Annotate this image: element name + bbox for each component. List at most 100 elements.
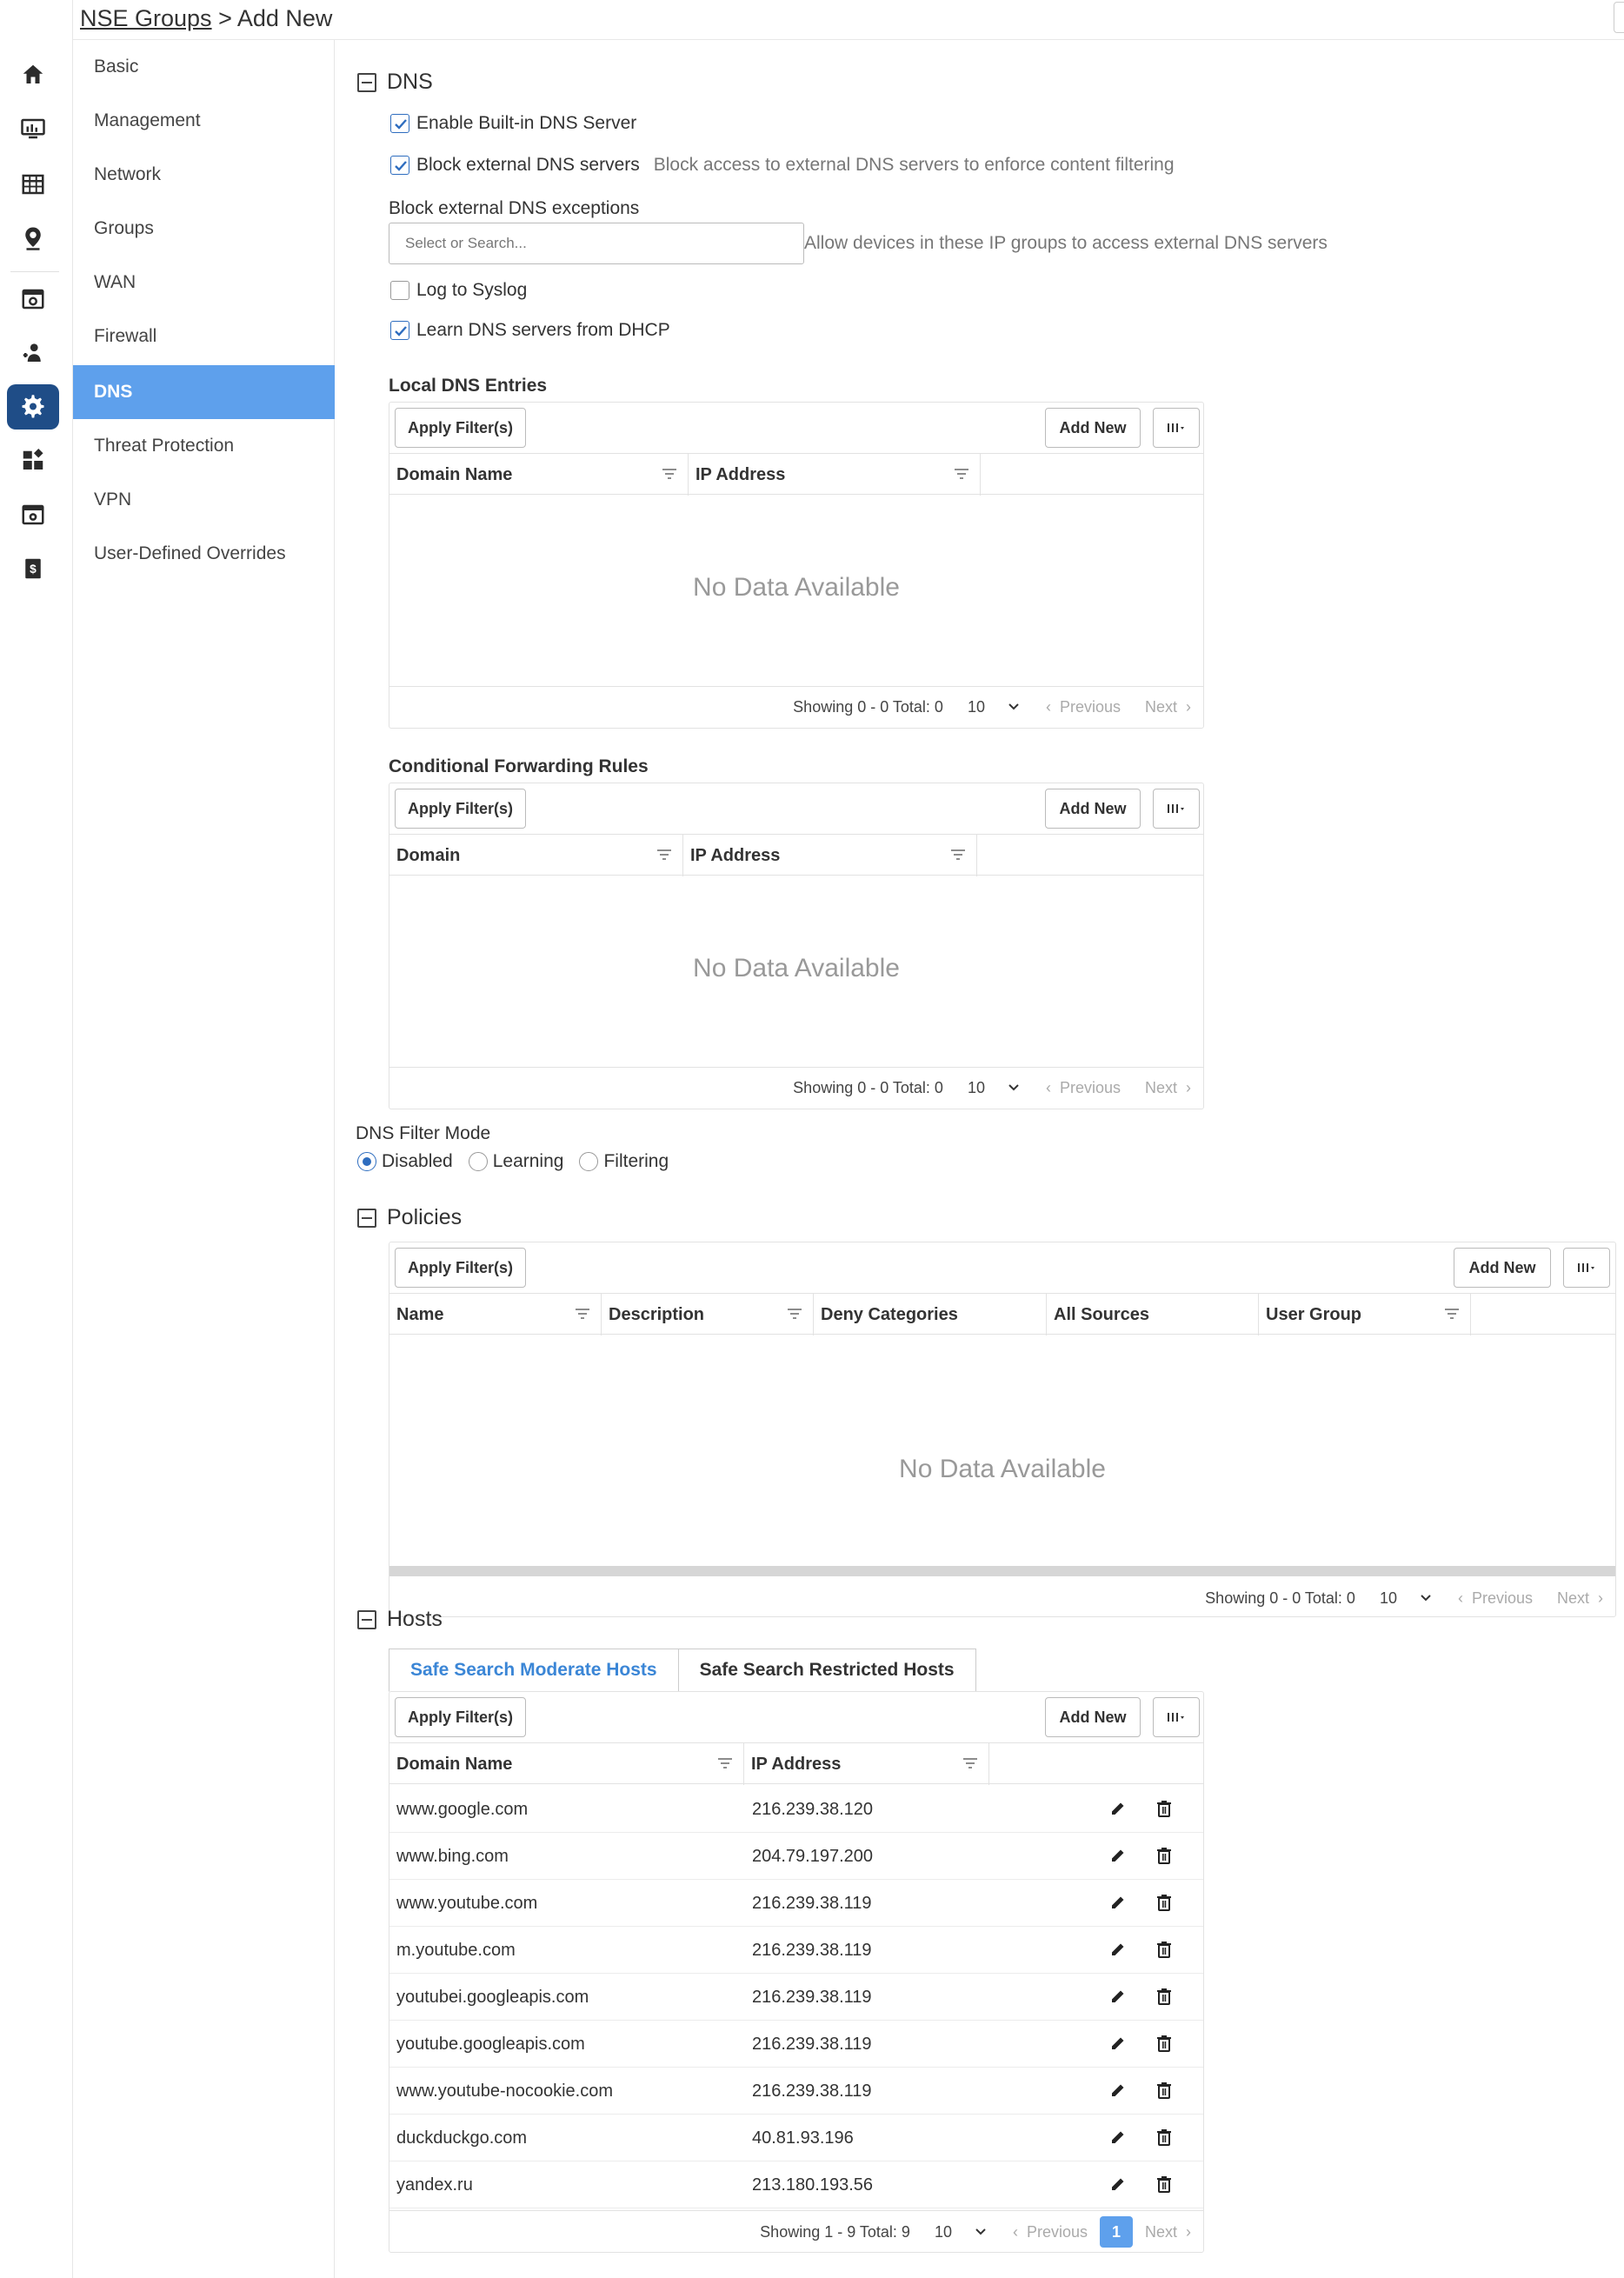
delete-icon[interactable] bbox=[1156, 1847, 1172, 1869]
next-page-button[interactable]: Next › bbox=[1145, 2223, 1191, 2241]
subnav-item-groups[interactable]: Groups bbox=[73, 202, 335, 256]
column-header[interactable]: IP Address bbox=[689, 454, 981, 496]
filter-mode-option-learning[interactable]: Learning bbox=[468, 1151, 563, 1172]
delete-icon[interactable] bbox=[1156, 1941, 1172, 1963]
column-chooser-icon[interactable] bbox=[1153, 408, 1200, 448]
collapse-icon[interactable] bbox=[357, 1609, 376, 1629]
column-header[interactable]: Domain Name bbox=[389, 1743, 744, 1785]
previous-page-button[interactable]: ‹ Previous bbox=[1458, 1589, 1533, 1608]
filter-icon[interactable] bbox=[662, 468, 677, 480]
current-page-button[interactable]: 1 bbox=[1099, 2216, 1133, 2248]
filter-icon[interactable] bbox=[954, 468, 969, 480]
filter-mode-option-filtering[interactable]: Filtering bbox=[579, 1151, 669, 1172]
subnav-item-basic[interactable]: Basic bbox=[73, 40, 335, 94]
dns-exceptions-select[interactable]: Select or Search... bbox=[389, 223, 804, 264]
header-action-button[interactable] bbox=[1614, 2, 1624, 33]
apply-filters-button[interactable]: Apply Filter(s) bbox=[395, 1697, 527, 1737]
gear-icon[interactable] bbox=[7, 384, 59, 430]
apply-filters-button[interactable]: Apply Filter(s) bbox=[395, 789, 527, 829]
user-plus-icon[interactable] bbox=[7, 330, 59, 376]
collapse-icon[interactable] bbox=[357, 72, 376, 92]
subnav-item-vpn[interactable]: VPN bbox=[73, 473, 335, 527]
page-size-select[interactable]: 10 bbox=[935, 2223, 987, 2241]
subnav-item-threat-protection[interactable]: Threat Protection bbox=[73, 419, 335, 473]
delete-icon[interactable] bbox=[1156, 1988, 1172, 2010]
browser-window-icon[interactable] bbox=[7, 276, 59, 322]
subnav-item-management[interactable]: Management bbox=[73, 94, 335, 148]
filter-icon[interactable] bbox=[950, 849, 966, 861]
subnav-item-network[interactable]: Network bbox=[73, 148, 335, 202]
column-header[interactable]: All Sources bbox=[1047, 1294, 1259, 1335]
page-size-select[interactable]: 10 bbox=[968, 1079, 1020, 1097]
tab-safe-search-moderate[interactable]: Safe Search Moderate Hosts bbox=[389, 1649, 679, 1692]
column-header[interactable]: User Group bbox=[1259, 1294, 1471, 1335]
add-new-button[interactable]: Add New bbox=[1045, 408, 1141, 448]
next-page-button[interactable]: Next › bbox=[1145, 1079, 1191, 1097]
edit-icon[interactable] bbox=[1109, 1988, 1127, 2010]
edit-icon[interactable] bbox=[1109, 2035, 1127, 2057]
edit-icon[interactable] bbox=[1109, 2082, 1127, 2104]
radio-selected[interactable] bbox=[357, 1152, 376, 1171]
previous-page-button[interactable]: ‹ Previous bbox=[1013, 2223, 1088, 2241]
filter-icon[interactable] bbox=[717, 1757, 733, 1769]
delete-icon[interactable] bbox=[1156, 2082, 1172, 2104]
home-icon[interactable] bbox=[7, 52, 59, 97]
column-header[interactable]: Deny Categories bbox=[814, 1294, 1047, 1335]
previous-page-button[interactable]: ‹ Previous bbox=[1046, 698, 1121, 716]
hosts-section-header[interactable]: Hosts bbox=[357, 1607, 443, 1632]
horizontal-scrollbar[interactable] bbox=[389, 1566, 1615, 1576]
add-new-button[interactable]: Add New bbox=[1045, 789, 1141, 829]
column-header[interactable]: Domain Name bbox=[389, 454, 689, 496]
apply-filters-button[interactable]: Apply Filter(s) bbox=[395, 408, 527, 448]
column-chooser-icon[interactable] bbox=[1153, 789, 1200, 829]
tab-safe-search-restricted[interactable]: Safe Search Restricted Hosts bbox=[677, 1649, 976, 1692]
log-syslog-checkbox[interactable] bbox=[390, 281, 409, 300]
edit-icon[interactable] bbox=[1109, 1894, 1127, 1916]
enable-builtin-dns-checkbox[interactable] bbox=[390, 114, 409, 133]
edit-icon[interactable] bbox=[1109, 1800, 1127, 1822]
delete-icon[interactable] bbox=[1156, 2175, 1172, 2198]
collapse-icon[interactable] bbox=[357, 1208, 376, 1228]
filter-icon[interactable] bbox=[1444, 1308, 1460, 1320]
web-settings-icon[interactable] bbox=[7, 492, 59, 537]
edit-icon[interactable] bbox=[1109, 1847, 1127, 1869]
column-header[interactable]: Description bbox=[602, 1294, 814, 1335]
page-size-select[interactable]: 10 bbox=[1380, 1589, 1432, 1608]
page-size-select[interactable]: 10 bbox=[968, 698, 1020, 716]
edit-icon[interactable] bbox=[1109, 2128, 1127, 2151]
column-header[interactable]: Domain bbox=[389, 835, 683, 876]
policies-section-header[interactable]: Policies bbox=[357, 1205, 462, 1230]
column-header[interactable]: IP Address bbox=[744, 1743, 989, 1785]
delete-icon[interactable] bbox=[1156, 2035, 1172, 2057]
billing-icon[interactable]: $ bbox=[7, 546, 59, 591]
column-header[interactable]: IP Address bbox=[683, 835, 977, 876]
monitor-chart-icon[interactable] bbox=[7, 106, 59, 151]
block-external-dns-checkbox[interactable] bbox=[390, 156, 409, 175]
radio-unselected[interactable] bbox=[468, 1152, 488, 1171]
next-page-button[interactable]: Next › bbox=[1557, 1589, 1603, 1608]
filter-icon[interactable] bbox=[962, 1757, 978, 1769]
delete-icon[interactable] bbox=[1156, 1894, 1172, 1916]
location-pin-icon[interactable] bbox=[7, 216, 59, 261]
learn-dhcp-checkbox[interactable] bbox=[390, 321, 409, 340]
breadcrumb-parent-link[interactable]: NSE Groups bbox=[80, 5, 212, 31]
subnav-item-dns[interactable]: DNS bbox=[73, 365, 335, 419]
column-chooser-icon[interactable] bbox=[1563, 1248, 1610, 1288]
dns-section-header[interactable]: DNS bbox=[357, 70, 433, 95]
add-new-button[interactable]: Add New bbox=[1454, 1248, 1551, 1288]
previous-page-button[interactable]: ‹ Previous bbox=[1046, 1079, 1121, 1097]
subnav-item-wan[interactable]: WAN bbox=[73, 256, 335, 310]
subnav-item-user-defined-overrides[interactable]: User-Defined Overrides bbox=[73, 527, 335, 581]
next-page-button[interactable]: Next › bbox=[1145, 698, 1191, 716]
column-chooser-icon[interactable] bbox=[1153, 1697, 1200, 1737]
add-new-button[interactable]: Add New bbox=[1045, 1697, 1141, 1737]
filter-icon[interactable] bbox=[575, 1308, 590, 1320]
column-header[interactable]: Name bbox=[389, 1294, 602, 1335]
radio-unselected[interactable] bbox=[579, 1152, 599, 1171]
edit-icon[interactable] bbox=[1109, 1941, 1127, 1963]
widgets-icon[interactable] bbox=[7, 438, 59, 483]
edit-icon[interactable] bbox=[1109, 2175, 1127, 2198]
apply-filters-button[interactable]: Apply Filter(s) bbox=[395, 1248, 527, 1288]
delete-icon[interactable] bbox=[1156, 1800, 1172, 1822]
subnav-item-firewall[interactable]: Firewall bbox=[73, 310, 335, 363]
